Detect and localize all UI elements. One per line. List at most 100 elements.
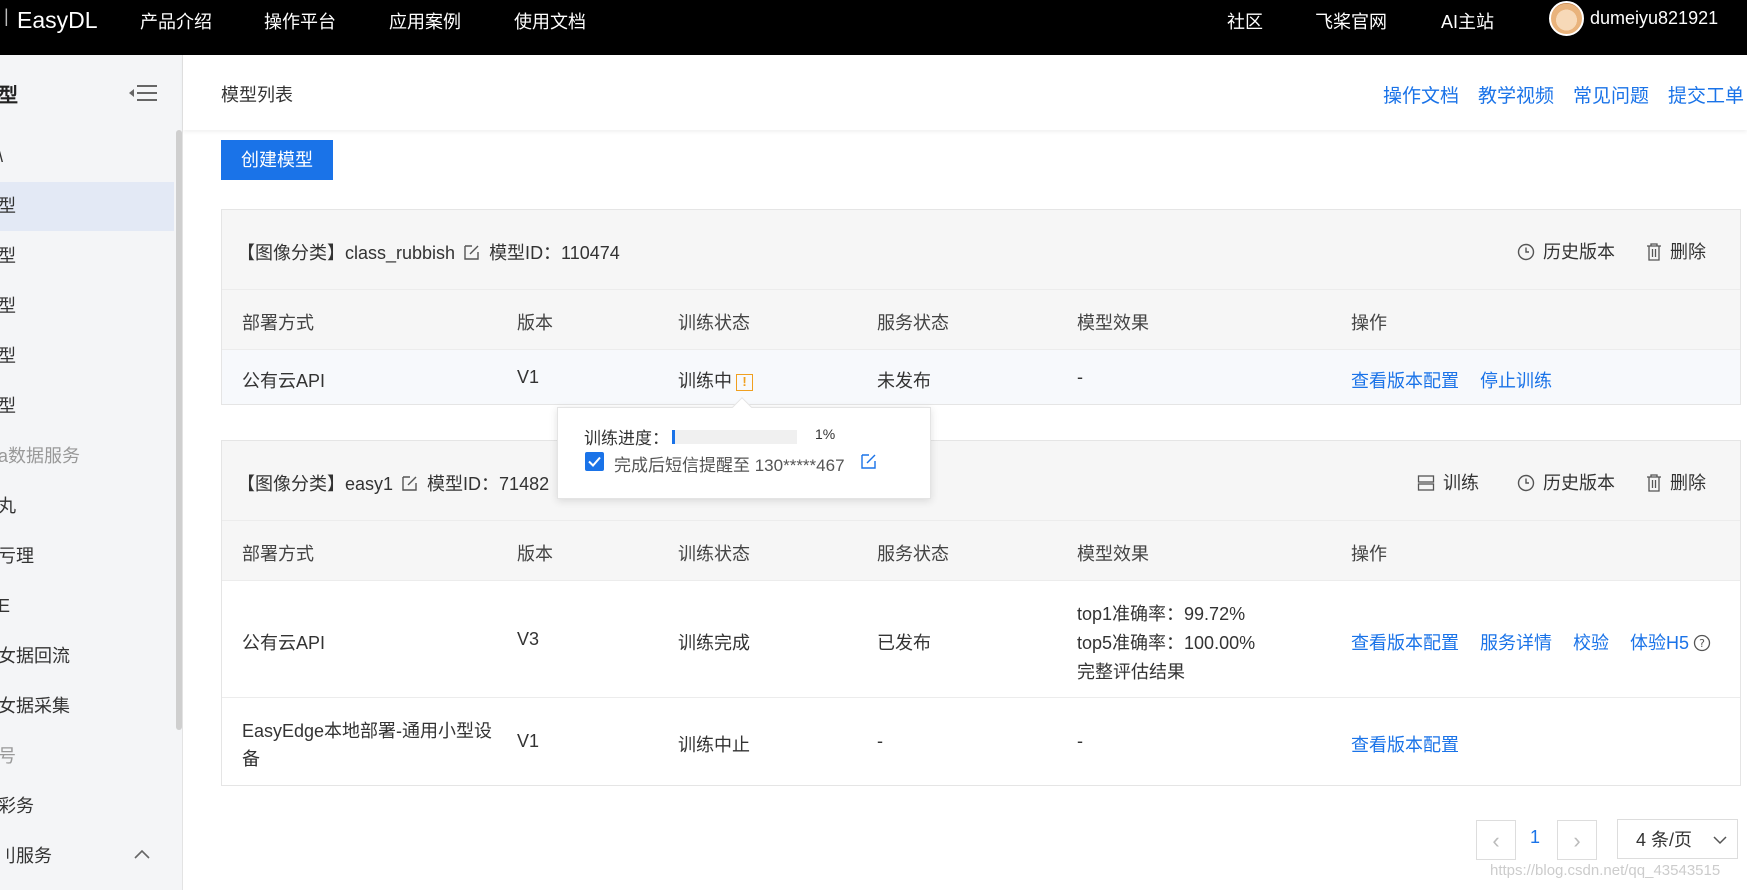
nav-paddle[interactable]: 飞桨官网 — [1315, 8, 1387, 34]
sidebar-item[interactable]: 号 — [0, 732, 174, 781]
train-status-text: 训练中 — [678, 371, 732, 391]
col-version: 版本 — [517, 313, 553, 333]
sidebar-item[interactable]: 型 — [0, 382, 174, 431]
progress-value: 1% — [815, 426, 836, 442]
top1-accuracy: top1准确率：99.72% — [1077, 604, 1246, 624]
watermark-text: https://blog.csdn.net/qq_43543515 — [1490, 862, 1721, 879]
sidebar-item[interactable]: 亏理 — [0, 532, 174, 581]
view-version-config-link[interactable]: 查看版本配置 — [1351, 371, 1459, 391]
progress-label: 训练进度： — [584, 429, 669, 448]
sidebar-item[interactable]: 型 — [0, 182, 174, 231]
sidebar-item[interactable]: 丸 — [0, 482, 174, 531]
model-card: 【图像分类】class_rubbish 模型ID：110474 历史版本 删除 部… — [221, 209, 1741, 405]
delete-button[interactable]: 删除 — [1646, 238, 1706, 264]
train-status: 训练完成 — [678, 633, 750, 653]
prev-page-button[interactable]: ‹ — [1476, 820, 1516, 860]
sms-reminder-checkbox[interactable] — [585, 452, 604, 471]
edit-icon[interactable] — [401, 474, 419, 492]
delete-label: 删除 — [1670, 242, 1706, 262]
link-faq[interactable]: 常见问题 — [1573, 81, 1649, 108]
link-operation-docs[interactable]: 操作文档 — [1383, 81, 1459, 108]
deploy-method-wrap: 备 — [242, 749, 260, 769]
sidebar-item[interactable]: 彩务 — [0, 782, 174, 831]
history-version-label: 历史版本 — [1543, 242, 1615, 262]
view-version-config-link[interactable]: 查看版本配置 — [1351, 633, 1459, 653]
history-version-button[interactable]: 历史版本 — [1517, 238, 1615, 264]
version: V1 — [517, 731, 540, 751]
sidebar-item[interactable]: a数据服务 — [0, 432, 174, 481]
try-h5-link[interactable]: 体验H5 — [1630, 633, 1689, 653]
train-button[interactable]: 训练 — [1417, 469, 1479, 495]
col-deploy: 部署方式 — [242, 313, 314, 333]
model-card-header: 【图像分类】class_rubbish 模型ID：110474 历史版本 删除 — [222, 210, 1740, 290]
nav-community[interactable]: 社区 — [1227, 8, 1263, 34]
col-model-effect: 模型效果 — [1077, 544, 1149, 564]
history-version-label: 历史版本 — [1543, 473, 1615, 493]
delete-button[interactable]: 删除 — [1646, 469, 1706, 495]
table-header: 部署方式 版本 训练状态 服务状态 模型效果 操作 — [222, 290, 1740, 350]
model-card: 【图像分类】easy1 模型ID：71482 训练 历史版本 删除 部署方式 版本… — [221, 440, 1741, 786]
sidebar-item[interactable]: \ — [0, 132, 174, 181]
col-service-status: 服务状态 — [877, 544, 949, 564]
col-train-status: 训练状态 — [678, 313, 750, 333]
col-deploy: 部署方式 — [242, 544, 314, 564]
warning-icon[interactable]: ! — [736, 374, 753, 391]
service-details-link[interactable]: 服务详情 — [1480, 633, 1552, 653]
username[interactable]: dumeiyu821921 — [1590, 8, 1718, 29]
model-effect: - — [1077, 367, 1083, 387]
service-status: 已发布 — [877, 633, 931, 653]
collapse-menu-icon[interactable] — [128, 83, 158, 103]
view-version-config-link[interactable]: 查看版本配置 — [1351, 735, 1459, 755]
create-model-button[interactable]: 创建模型 — [221, 140, 333, 180]
page-size-label: 4 条/页 — [1636, 830, 1693, 850]
verify-link[interactable]: 校验 — [1573, 633, 1609, 653]
deploy-method: EasyEdge本地部署-通用小型设 — [242, 721, 493, 741]
progress-bar — [672, 430, 797, 444]
deploy-method: 公有云API — [242, 371, 326, 391]
sidebar-item[interactable]: 女据采集 — [0, 682, 174, 731]
sidebar-item[interactable]: E — [0, 582, 174, 631]
history-version-button[interactable]: 历史版本 — [1517, 469, 1615, 495]
next-page-button[interactable]: › — [1557, 820, 1597, 860]
sidebar-item[interactable]: 型 — [0, 232, 174, 281]
avatar[interactable] — [1549, 1, 1584, 36]
col-operations: 操作 — [1351, 544, 1387, 564]
table-row: EasyEdge本地部署-通用小型设 备 V1 训练中止 - - 查看版本配置 — [222, 698, 1740, 785]
clock-icon — [1517, 474, 1535, 492]
page-title: 模型列表 — [221, 85, 293, 105]
model-title: 【图像分类】class_rubbish 模型ID：110474 — [237, 239, 620, 265]
version: V3 — [517, 629, 540, 649]
delete-label: 删除 — [1670, 473, 1706, 493]
stop-training-link[interactable]: 停止训练 — [1480, 371, 1552, 391]
col-operations: 操作 — [1351, 313, 1387, 333]
sms-reminder-label: 完成后短信提醒至 130*****467 — [614, 456, 845, 475]
nav-ai-main[interactable]: AI主站 — [1441, 8, 1494, 34]
model-effect: - — [1077, 731, 1083, 751]
full-evaluation-link[interactable]: 完整评估结果 — [1077, 658, 1185, 684]
col-model-effect: 模型效果 — [1077, 313, 1149, 333]
sidebar-scrollbar[interactable] — [176, 130, 182, 730]
nav-platform[interactable]: 操作平台 — [264, 8, 336, 34]
page-number-current[interactable]: 1 — [1530, 827, 1540, 848]
table-row: 公有云API V1 训练中! 未发布 - 查看版本配置 停止训练 — [222, 350, 1740, 404]
help-icon[interactable]: ? — [1693, 634, 1711, 652]
easydl-logo[interactable]: EasyDL — [17, 7, 98, 34]
link-tutorial-video[interactable]: 教学视频 — [1478, 81, 1554, 108]
server-icon — [1417, 475, 1435, 491]
progress-fill — [672, 430, 675, 444]
model-card-header: 【图像分类】easy1 模型ID：71482 训练 历史版本 删除 — [222, 441, 1740, 521]
clock-icon — [1517, 243, 1535, 261]
nav-cases[interactable]: 应用案例 — [389, 8, 461, 34]
nav-docs[interactable]: 使用文档 — [514, 8, 586, 34]
sidebar-item[interactable]: 女据回流 — [0, 632, 174, 681]
chevron-up-icon[interactable] — [134, 849, 150, 859]
page-size-select[interactable]: 4 条/页 — [1617, 819, 1738, 859]
nav-product-intro[interactable]: 产品介绍 — [140, 8, 212, 34]
edit-icon[interactable] — [860, 452, 878, 470]
sidebar-item[interactable]: 型 — [0, 282, 174, 331]
edit-icon[interactable] — [463, 243, 481, 261]
model-id: 模型ID：71482 — [427, 474, 550, 494]
sidebar-item[interactable]: 型 — [0, 332, 174, 381]
link-submit-ticket[interactable]: 提交工单 — [1668, 81, 1744, 108]
model-title: 【图像分类】easy1 模型ID：71482 — [237, 470, 549, 496]
